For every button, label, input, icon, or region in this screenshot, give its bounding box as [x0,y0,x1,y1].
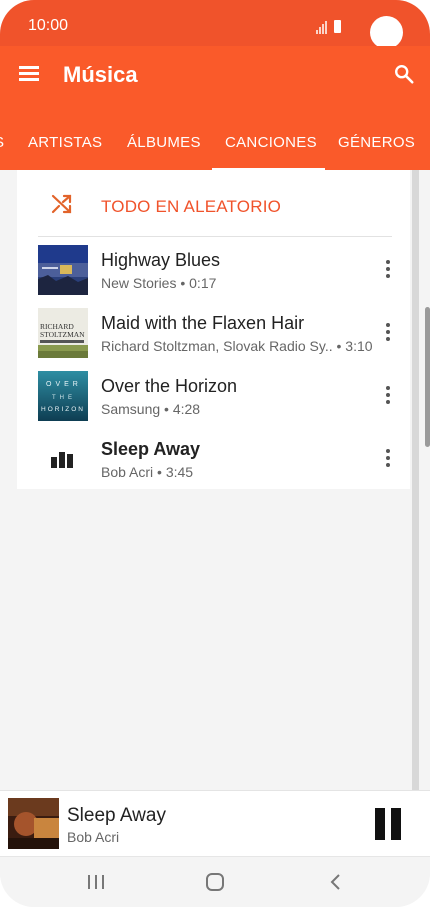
tab-songs[interactable]: CANCIONES [225,134,317,151]
pause-icon [375,808,385,840]
scrollbar[interactable] [412,170,419,790]
tab-albums[interactable]: ÁLBUMES [127,134,201,151]
shuffle-icon [51,194,72,214]
recents-icon[interactable] [84,871,108,893]
song-title: Sleep Away [101,439,201,459]
phone-screen: 10:00 Música S ARTISTAS ÁLBUMES CANCIONE… [0,0,430,907]
app-bar: Música [0,46,430,106]
more-vert-icon[interactable] [384,449,392,467]
mini-player-album-art [8,798,59,849]
album-art-text: OVER [46,381,82,388]
mini-player-title: Sleep Away [67,805,166,826]
tab-bar: S ARTISTAS ÁLBUMES CANCIONES GÉNEROS [0,106,430,170]
pause-icon [391,808,401,840]
system-navigation-bar [0,856,430,907]
song-row-now-playing[interactable]: Sleep Away Bob Acri • 3:45 [17,428,410,491]
song-subtitle: Samsung • 4:28 [101,401,201,417]
more-vert-icon[interactable] [384,323,392,341]
tab-artists[interactable]: ARTISTAS [28,134,102,151]
album-art-text: THE [52,395,76,401]
battery-icon [334,20,341,33]
song-title: Over the Horizon [101,376,238,396]
song-title: Maid with the Flaxen Hair [101,313,305,333]
tab-genres[interactable]: GÉNEROS [338,134,415,151]
back-icon[interactable] [324,871,348,893]
signal-icon [319,27,321,34]
signal-icon [316,30,318,34]
camera-cutout [370,16,403,49]
mini-player[interactable]: Sleep Away Bob Acri [0,790,430,857]
more-vert-icon[interactable] [384,386,392,404]
status-bar: 10:00 [0,0,430,49]
song-row[interactable]: RICHARD STOLTZMAN Maid with the Flaxen H… [17,302,410,365]
more-vert-icon[interactable] [384,260,392,278]
song-row[interactable]: OVER THE HORIZON Over the Horizon Samsun… [17,365,410,428]
status-icons [316,20,346,34]
shuffle-all-button[interactable]: TODO EN ALEATORIO [17,170,410,236]
signal-icon [325,21,327,34]
song-subtitle: Bob Acri • 3:45 [101,464,194,480]
app-title: Música [63,62,138,87]
song-row[interactable]: Highway Blues New Stories • 0:17 [17,239,410,302]
signal-icon [322,24,324,34]
album-art-text: STOLTZMAN [40,330,85,339]
song-subtitle: New Stories • 0:17 [101,275,217,291]
menu-icon[interactable] [19,66,39,82]
status-time: 10:00 [28,17,69,34]
search-icon[interactable] [393,63,415,85]
album-art: OVER THE HORIZON [38,371,88,421]
song-title: Highway Blues [101,250,221,270]
shuffle-all-label: TODO EN ALEATORIO [101,197,282,216]
mini-player-artist: Bob Acri [67,829,120,845]
equalizer-icon [51,452,73,468]
edge-panel-handle[interactable] [425,307,430,447]
album-art: RICHARD STOLTZMAN [38,308,88,358]
song-list-area[interactable]: TODO EN ALEATORIO Highway Blues New Stor… [0,170,430,790]
song-list: TODO EN ALEATORIO Highway Blues New Stor… [17,170,410,489]
divider [38,236,392,237]
tab-previous[interactable]: S [0,134,4,151]
home-icon[interactable] [203,871,227,893]
album-art [38,245,88,295]
pause-button[interactable] [372,808,402,840]
song-subtitle: Richard Stoltzman, Slovak Radio Sy.. • 3… [101,338,373,354]
album-art-text: HORIZON [41,406,85,413]
